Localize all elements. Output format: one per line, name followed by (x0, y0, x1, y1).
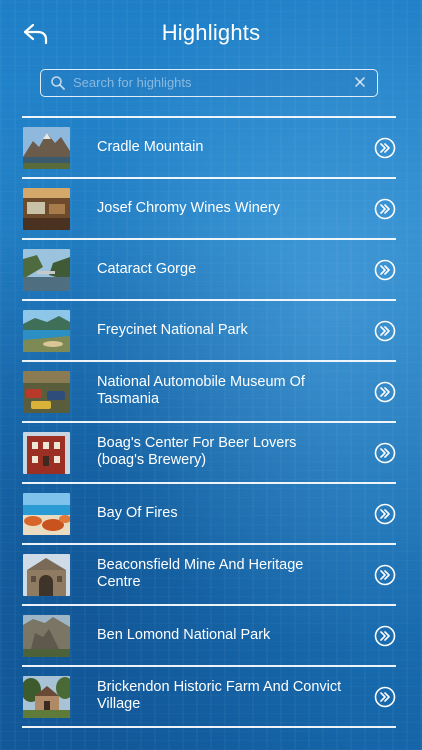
list-item-label: Cataract Gorge (97, 260, 197, 277)
farm-house-photo (23, 675, 70, 718)
chevron-circle-right-icon[interactable] (374, 503, 396, 525)
list-item-label: Boag's Center For Beer Lovers (boag's Br… (97, 435, 297, 469)
list-item[interactable]: Brickendon Historic Farm And Convict Vil… (22, 667, 396, 727)
chevron-circle-right-icon[interactable] (374, 320, 396, 342)
list-item-label: Beaconsfield Mine And Heritage Centre (97, 557, 304, 591)
list-item[interactable]: Beaconsfield Mine And Heritage Centre (22, 545, 396, 605)
list-item[interactable]: Boag's Center For Beer Lovers (boag's Br… (22, 423, 396, 483)
cliff-photo (23, 614, 70, 657)
list-item-label: Cradle Mountain (97, 138, 204, 155)
brewery-building-photo (23, 431, 70, 474)
list-item[interactable]: Bay Of Fires (22, 484, 396, 544)
list-item-label: Bay Of Fires (97, 504, 178, 521)
divider (22, 726, 396, 728)
search-input[interactable] (73, 70, 343, 95)
beach-rocks-photo (23, 492, 70, 535)
chevron-circle-right-icon[interactable] (374, 625, 396, 647)
gorge-photo (23, 248, 70, 291)
chevron-circle-right-icon[interactable] (374, 442, 396, 464)
close-icon[interactable] (353, 75, 367, 89)
list-item[interactable]: Cataract Gorge (22, 240, 396, 300)
chevron-circle-right-icon[interactable] (374, 259, 396, 281)
coastal-bay-photo (23, 309, 70, 352)
search-icon (51, 76, 65, 90)
list-item-label: Ben Lomond National Park (97, 626, 271, 643)
list-item[interactable]: Ben Lomond National Park (22, 606, 396, 666)
search-bar (40, 69, 378, 97)
page-title: Highlights (161, 20, 261, 45)
chevron-circle-right-icon[interactable] (374, 564, 396, 586)
list-item-label: Josef Chromy Wines Winery (97, 199, 280, 216)
list-item-label: Brickendon Historic Farm And Convict Vil… (97, 679, 342, 713)
car-museum-photo (23, 370, 70, 413)
list-item[interactable]: Josef Chromy Wines Winery (22, 179, 396, 239)
list-item[interactable]: Freycinet National Park (22, 301, 396, 361)
mountain-lake-photo (23, 126, 70, 169)
list-item-label: Freycinet National Park (97, 321, 248, 338)
winery-interior-photo (23, 187, 70, 230)
list-item[interactable]: Cradle Mountain (22, 118, 396, 178)
highlights-list: Cradle Mountain Josef Chromy Wines Winer… (22, 116, 396, 728)
header: Highlights (0, 0, 422, 64)
list-item-label: National Automobile Museum Of Tasmania (97, 374, 305, 408)
list-item[interactable]: National Automobile Museum Of Tasmania (22, 362, 396, 422)
mine-building-photo (23, 553, 70, 596)
chevron-circle-right-icon[interactable] (374, 137, 396, 159)
chevron-circle-right-icon[interactable] (374, 686, 396, 708)
chevron-circle-right-icon[interactable] (374, 198, 396, 220)
chevron-circle-right-icon[interactable] (374, 381, 396, 403)
